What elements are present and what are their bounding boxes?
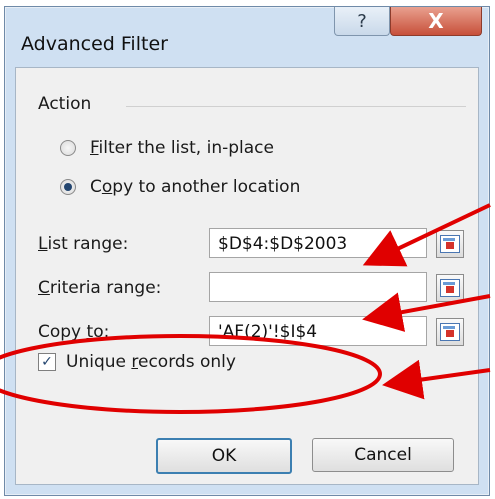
annotation-overlay xyxy=(0,203,491,414)
annotation-arrow-list-range xyxy=(362,203,491,267)
annotation-arrow-unique-records xyxy=(382,359,491,400)
annotation-arrow-copy-to xyxy=(362,292,491,332)
annotation-ellipse-unique-records xyxy=(0,334,382,414)
